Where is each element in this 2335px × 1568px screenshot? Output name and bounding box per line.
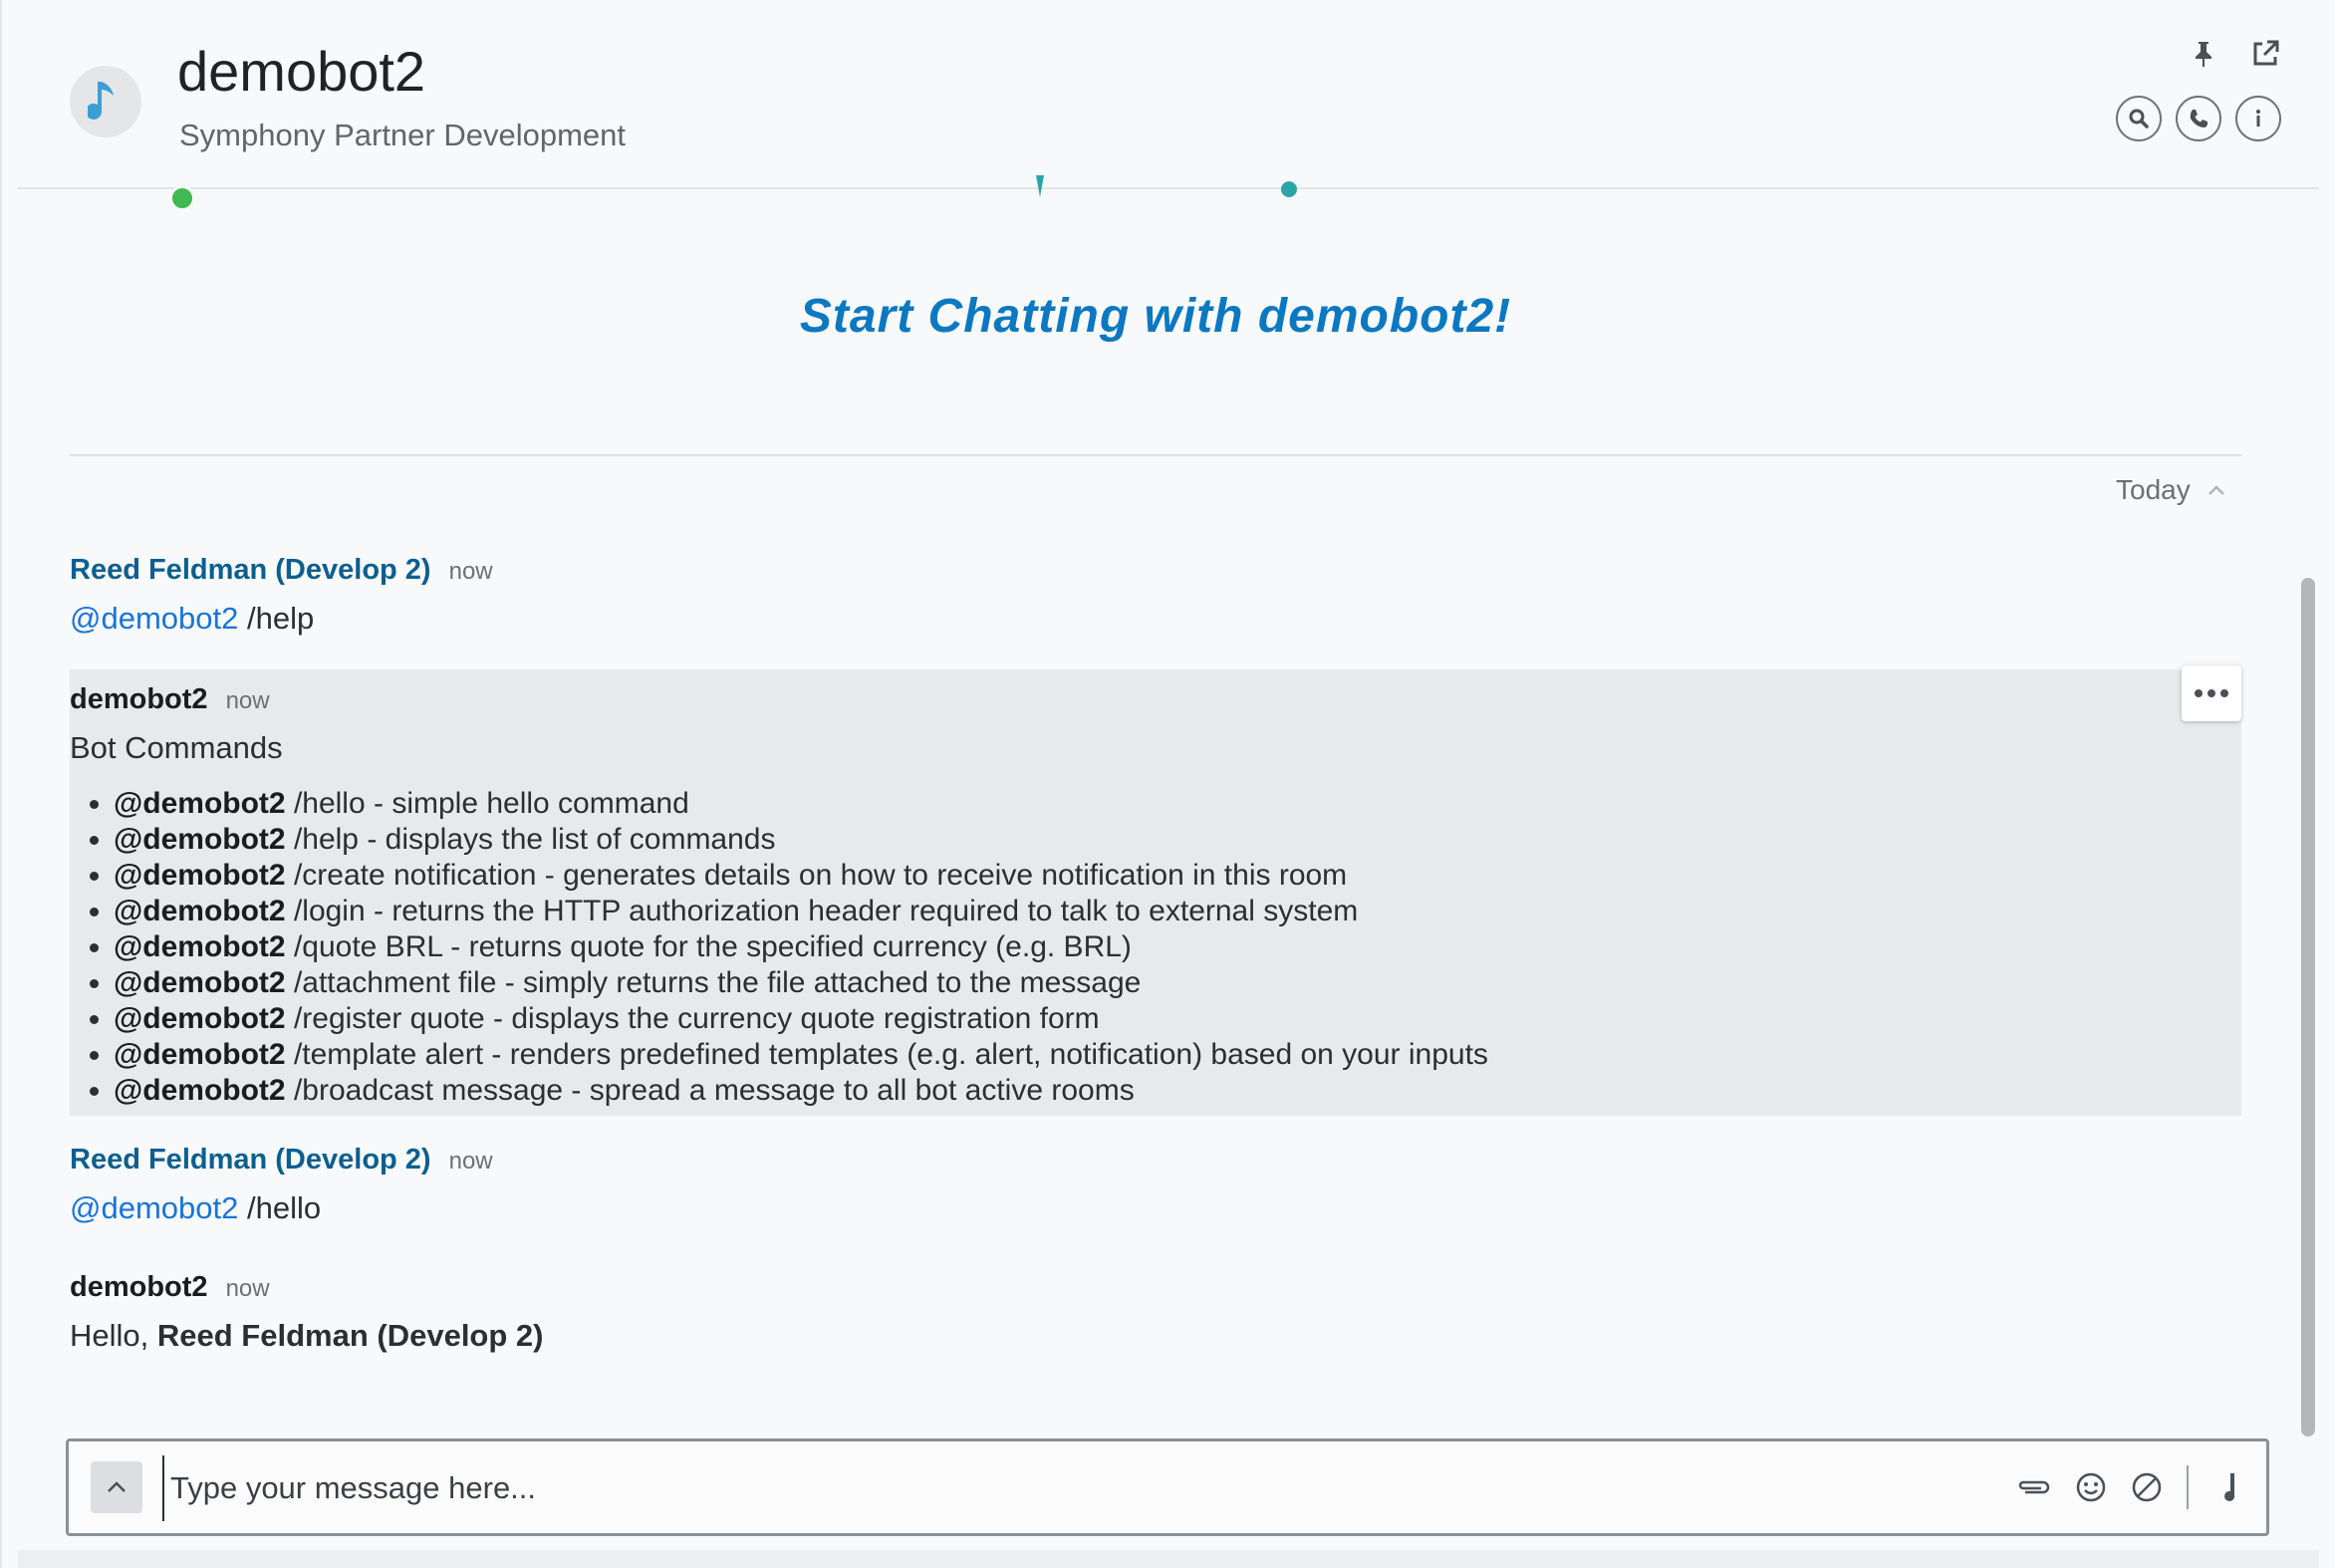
sender-name[interactable]: demobot2 (70, 1271, 208, 1304)
message-text: /hello (246, 1190, 322, 1225)
sender-name[interactable]: Reed Feldman (Develop 2) (70, 1144, 431, 1176)
chat-title: demobot2 (177, 40, 426, 103)
mention-link[interactable]: @demobot2 (70, 601, 238, 636)
message-time: now (225, 687, 270, 714)
message-time: now (448, 1148, 493, 1175)
command-text: /template alert - renders predefined tem… (293, 1038, 1488, 1071)
search-icon[interactable] (2116, 96, 2162, 141)
mention-bold: @demobot2 (114, 1002, 286, 1035)
chat-header: demobot2 Symphony Partner Development (18, 0, 2319, 211)
chevron-up-icon (108, 1481, 126, 1492)
welcome-message: Start Chatting with demobot2! (799, 290, 1512, 343)
popout-icon[interactable] (2245, 34, 2285, 74)
chat-subtitle: Symphony Partner Development (179, 118, 627, 152)
command-text: /broadcast message - spread a message to… (293, 1074, 1135, 1107)
list-item: @demobot2 /broadcast message - spread a … (114, 1073, 2241, 1109)
mention-link[interactable]: @demobot2 (70, 1190, 238, 1225)
command-text: /hello - simple hello command (293, 787, 689, 820)
mention-bold: @demobot2 (114, 895, 286, 927)
list-item: @demobot2 /help - displays the list of c… (114, 822, 2241, 858)
command-text: /login - returns the HTTP authorization … (293, 895, 1359, 927)
list-item: @demobot2 /register quote - displays the… (114, 1001, 2241, 1037)
greeting-text: Hello, (70, 1318, 149, 1353)
mention-bold: @demobot2 (114, 859, 286, 892)
sender-name[interactable]: demobot2 (70, 683, 208, 716)
message-item: Reed Feldman (Develop 2) now @demobot2 /… (70, 554, 2241, 637)
mention-bold: @demobot2 (114, 1074, 286, 1107)
more-icon (2195, 689, 2228, 697)
list-item: @demobot2 /create notification - generat… (114, 858, 2241, 894)
date-divider[interactable]: Today (2116, 474, 2226, 506)
sender-name[interactable]: Reed Feldman (Develop 2) (70, 554, 431, 587)
message-body: @demobot2 /help (70, 601, 2241, 637)
presence-indicator (169, 185, 195, 211)
scrollbar-thumb[interactable] (2301, 578, 2315, 1437)
message-item: demobot2 now Hello, Reed Feldman (Develo… (70, 1271, 2241, 1354)
command-list: @demobot2 /hello - simple hello command … (70, 786, 2241, 1109)
list-item: @demobot2 /quote BRL - returns quote for… (114, 929, 2241, 965)
pin-icon[interactable] (2184, 34, 2223, 74)
list-item: @demobot2 /login - returns the HTTP auth… (114, 894, 2241, 929)
avatar[interactable] (70, 66, 195, 211)
phone-icon[interactable] (2176, 96, 2221, 141)
info-icon[interactable] (2235, 96, 2281, 141)
message-item-highlighted: demobot2 now Bot Commands @demobot2 /hel… (70, 669, 2241, 1116)
mention-bold: @demobot2 (114, 823, 286, 856)
mention-bold: @demobot2 (114, 1038, 286, 1071)
message-heading: Bot Commands (70, 730, 283, 765)
window-left-border (0, 0, 2, 1568)
mention-bold: @demobot2 (114, 966, 286, 999)
message-composer (66, 1438, 2269, 1536)
message-input[interactable] (162, 1455, 2065, 1521)
attachment-icon[interactable] (2013, 1467, 2053, 1507)
command-text: /help - displays the list of commands (293, 823, 776, 856)
message-options-button[interactable] (2182, 665, 2241, 721)
list-item: @demobot2 /attachment file - simply retu… (114, 965, 2241, 1001)
command-text: /create notification - generates details… (293, 859, 1348, 892)
message-body: Hello, Reed Feldman (Develop 2) (70, 1318, 2241, 1354)
emoji-icon[interactable] (2071, 1467, 2111, 1507)
music-note-icon (88, 82, 114, 120)
date-divider-label: Today (2116, 474, 2191, 505)
command-text: /register quote - displays the currency … (293, 1002, 1100, 1035)
message-text: /help (246, 601, 315, 636)
command-text: /quote BRL - returns quote for the speci… (293, 930, 1132, 963)
symphony-logo-icon (1026, 175, 1305, 204)
mention-bold: @demobot2 (114, 787, 286, 820)
expiring-message-icon[interactable] (2127, 1467, 2167, 1507)
chevron-up-icon (2207, 485, 2224, 495)
command-text: /attachment file - simply returns the fi… (293, 966, 1142, 999)
music-note-icon[interactable] (2208, 1467, 2248, 1507)
section-divider (70, 454, 2241, 456)
message-time: now (448, 558, 493, 585)
mention-bold: @demobot2 (114, 930, 286, 963)
window-bottom-edge (18, 1550, 2319, 1568)
message-body: @demobot2 /hello (70, 1190, 2241, 1226)
mentioned-name: Reed Feldman (Develop 2) (156, 1318, 544, 1353)
list-item: @demobot2 /hello - simple hello command (114, 786, 2241, 822)
list-item: @demobot2 /template alert - renders pred… (114, 1037, 2241, 1073)
toolbar-divider (2187, 1465, 2189, 1509)
expand-composer-button[interactable] (91, 1461, 142, 1513)
message-time: now (225, 1275, 270, 1302)
message-item: Reed Feldman (Develop 2) now @demobot2 /… (70, 1144, 2241, 1226)
